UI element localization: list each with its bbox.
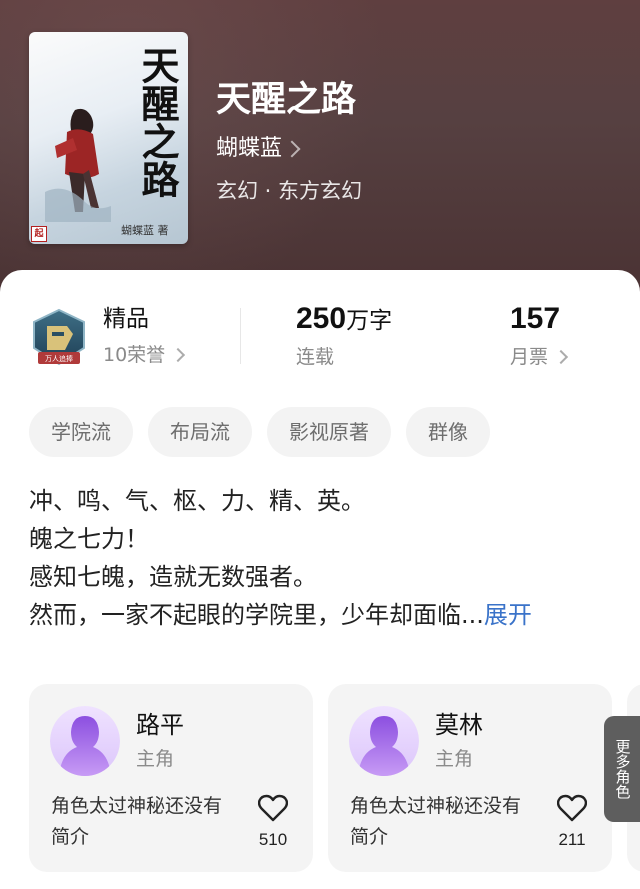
like-count: 510 <box>258 830 288 849</box>
stats-divider <box>240 308 241 364</box>
tag-list: 学院流 布局流 影视原著 群像 <box>29 407 490 457</box>
author-name: 蝴蝶蓝 <box>216 136 283 161</box>
word-count-number: 250 <box>296 302 347 335</box>
character-card[interactable]: 路平 主角 角色太过神秘还没有简介 510 <box>29 684 313 872</box>
heart-icon <box>557 794 587 822</box>
monthly-votes-label: 月票 <box>510 346 549 368</box>
avatar-silhouette-icon <box>50 706 120 776</box>
chevron-right-icon <box>171 347 186 363</box>
like-button[interactable]: 510 <box>249 794 297 852</box>
like-button[interactable]: 211 <box>548 794 596 852</box>
character-description: 角色太过神秘还没有简介 <box>51 795 223 848</box>
tag-chip[interactable]: 布局流 <box>148 407 252 457</box>
heart-icon <box>258 794 288 822</box>
intro-line: 冲、鸣、气、枢、力、精、英。 <box>29 487 365 515</box>
word-count: 250万字 <box>296 304 392 336</box>
book-title: 天醒之路 <box>216 80 357 120</box>
more-roles-button[interactable]: 更多角色 <box>604 716 640 822</box>
publisher-logo-icon: 起 <box>31 226 47 242</box>
book-intro: 冲、鸣、气、枢、力、精、英。 魄之七力！ 感知七魄，造就无数强者。 然而，一家不… <box>29 482 614 634</box>
chevron-right-icon <box>283 140 301 158</box>
tag-chip[interactable]: 学院流 <box>29 407 133 457</box>
monthly-votes-number: 157 <box>510 302 561 335</box>
monthly-votes-link[interactable]: 月票 <box>510 344 569 370</box>
honor-link[interactable]: 10荣誉 <box>103 342 186 368</box>
character-name: 莫林 <box>435 711 483 739</box>
tag-chip[interactable]: 群像 <box>406 407 490 457</box>
expand-link[interactable]: 展开 <box>484 601 532 629</box>
honor-count: 10荣誉 <box>103 344 166 366</box>
chevron-right-icon <box>553 349 569 365</box>
intro-line: 然而，一家不起眼的学院里，少年却面临... <box>29 601 484 629</box>
avatar-silhouette-icon <box>349 706 419 776</box>
svg-text:万人追捧: 万人追捧 <box>45 354 73 363</box>
honor-title: 精品 <box>103 306 149 332</box>
book-cover[interactable]: 天醒之路 蝴蝶蓝 著 起 <box>29 32 188 244</box>
book-detail-sheet: 万人追捧 精品 10荣誉 250万字 连载 157 月票 学院流 布局流 影视原… <box>0 270 640 889</box>
character-name: 路平 <box>136 711 184 739</box>
author-link[interactable]: 蝴蝶蓝 <box>216 134 301 164</box>
character-carousel[interactable]: 路平 主角 角色太过神秘还没有简介 510 莫林 主角 角色太过神秘还没有简介 … <box>29 684 640 874</box>
character-role: 主角 <box>435 748 474 770</box>
honor-badge-icon[interactable]: 万人追捧 <box>30 308 88 370</box>
serial-status: 连载 <box>296 346 335 368</box>
cover-author: 蝴蝶蓝 著 <box>121 224 169 237</box>
character-description: 角色太过神秘还没有简介 <box>350 795 522 848</box>
monthly-votes: 157 <box>510 304 560 336</box>
character-card[interactable]: 莫林 主角 角色太过神秘还没有简介 211 <box>328 684 612 872</box>
word-count-unit: 万字 <box>346 308 393 334</box>
book-header: 天醒之路 蝴蝶蓝 著 起 天醒之路 蝴蝶蓝 玄幻 · 东方玄幻 <box>0 0 640 300</box>
intro-line: 魄之七力！ <box>29 525 149 553</box>
cover-illustration <box>45 108 111 222</box>
cover-title: 天醒之路 <box>135 46 180 198</box>
intro-line-last: 然而，一家不起眼的学院里，少年却面临...展开 <box>29 596 614 634</box>
like-count: 211 <box>558 830 586 849</box>
book-genre: 玄幻 · 东方玄幻 <box>216 179 363 203</box>
intro-line: 感知七魄，造就无数强者。 <box>29 563 317 591</box>
stats-bar: 万人追捧 精品 10荣誉 250万字 连载 157 月票 <box>0 298 640 378</box>
tag-chip[interactable]: 影视原著 <box>267 407 391 457</box>
character-role: 主角 <box>136 748 175 770</box>
